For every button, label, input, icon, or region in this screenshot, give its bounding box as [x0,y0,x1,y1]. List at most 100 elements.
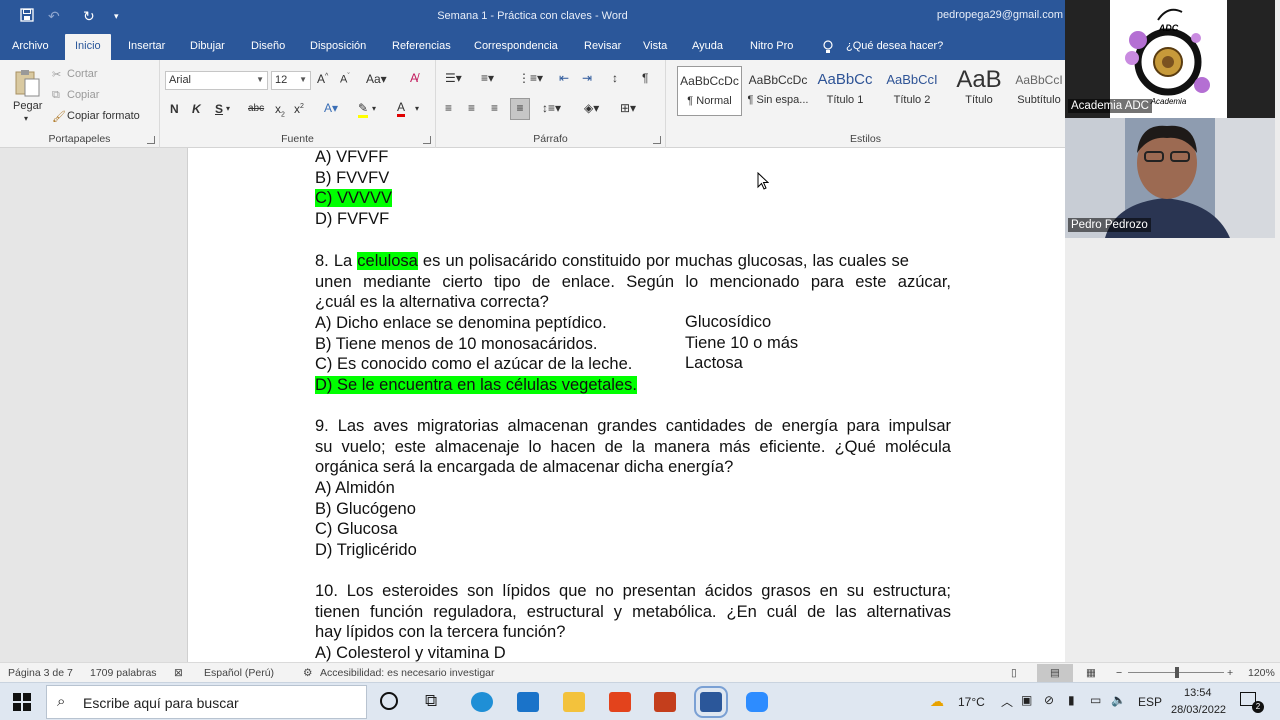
temperature[interactable]: 17°C [958,695,985,709]
zoom-out-icon[interactable]: − [1116,667,1122,679]
style-titulo-1[interactable]: AaBbCc Título 1 [812,66,878,116]
increase-indent-icon[interactable]: ⇥ [582,71,592,85]
document-area[interactable]: A) VFVFF B) FVVFV C) VVVVV D) FVFVF 8. L… [0,148,1065,662]
line-spacing-icon[interactable]: ↕≡▾ [542,101,561,115]
bold-icon[interactable]: N [170,102,179,116]
style-subtitulo[interactable]: AaBbCcI Subtítulo [1013,66,1065,116]
highlight-dropdown-icon[interactable]: ▾ [372,104,376,113]
office-icon[interactable] [609,692,631,712]
web-layout-icon[interactable]: ▦ [1086,667,1096,679]
accessibility-icon[interactable]: ⚙ [303,667,312,679]
paste-icon[interactable] [12,68,42,98]
taskbar-search-box[interactable]: ⌕ Escribe aquí para buscar [46,685,367,719]
justify-icon[interactable]: ≡ [510,98,530,120]
font-color-icon[interactable]: A [397,100,406,117]
input-language[interactable]: ESP [1138,695,1162,709]
highlight-color-icon[interactable]: ✎ [358,101,369,118]
battery-icon[interactable]: ▭ [1090,693,1101,707]
language-status[interactable]: Español (Perú) [204,667,274,679]
tab-diseno[interactable]: Diseño [251,40,285,52]
portapapeles-launcher-icon[interactable] [147,136,155,144]
microphone-icon[interactable]: ▮ [1068,693,1075,707]
camera-icon[interactable]: ▣ [1021,693,1032,707]
tab-disposicion[interactable]: Disposición [310,40,366,52]
tab-correspondencia[interactable]: Correspondencia [474,40,558,52]
underline-icon[interactable]: S [215,102,223,116]
tab-referencias[interactable]: Referencias [392,40,451,52]
video-tile-presenter[interactable]: Pedro Pedrozo [1065,118,1275,238]
paste-button[interactable]: Pegar [13,100,42,112]
text-effects-icon[interactable]: A▾ [324,101,338,115]
align-center-icon[interactable]: ≡ [468,101,475,115]
paste-dropdown-icon[interactable]: ▾ [24,114,28,123]
style-titulo[interactable]: AaB Título [946,66,1012,116]
page-count[interactable]: Página 3 de 7 [8,667,73,679]
tab-nitro-pro[interactable]: Nitro Pro [750,40,793,52]
strikethrough-icon[interactable]: abc [248,103,264,114]
clock-date[interactable]: 28/03/2022 [1171,704,1226,716]
word-count[interactable]: 1709 palabras [90,667,157,679]
tab-archivo[interactable]: Archivo [12,40,49,52]
zoom-slider-thumb[interactable] [1175,667,1179,678]
parrafo-launcher-icon[interactable] [653,136,661,144]
zoom-in-icon[interactable]: + [1227,667,1233,679]
style-normal[interactable]: AaBbCcDc ¶ Normal [677,66,742,116]
align-left-icon[interactable]: ≡ [445,101,452,115]
accessibility-status[interactable]: Accesibilidad: es necesario investigar [320,667,495,679]
copy-icon[interactable]: ⧉ [52,89,60,102]
powerpoint-icon[interactable] [654,692,676,712]
proofing-icon[interactable]: ⊠ [174,667,183,679]
fuente-launcher-icon[interactable] [423,136,431,144]
clear-formatting-icon[interactable]: A̸ [410,71,418,85]
underline-dropdown-icon[interactable]: ▾ [226,104,230,113]
video-tile-academia[interactable]: ADC Academia Academia ADC [1065,0,1275,118]
tell-me-search[interactable]: ¿Qué desea hacer? [846,40,943,52]
cut-icon[interactable]: ✂ [52,68,61,81]
windows-start-icon[interactable] [13,693,31,714]
decrease-indent-icon[interactable]: ⇤ [559,71,569,85]
subscript-icon[interactable]: x2 [275,102,285,118]
edge-icon[interactable] [471,692,493,712]
shading-icon[interactable]: ◈▾ [584,101,599,115]
format-painter-button[interactable]: Copiar formato [67,110,140,122]
chevron-up-icon[interactable]: ︿ [1001,693,1013,710]
word-icon[interactable] [694,686,728,718]
volume-icon[interactable]: 🔈 [1111,693,1126,707]
shrink-font-icon[interactable]: Aˇ [340,73,350,86]
tab-dibujar[interactable]: Dibujar [190,40,225,52]
style-sin-espaciado[interactable]: AaBbCcDc ¶ Sin espa... [745,66,811,116]
mail-icon[interactable] [517,692,539,712]
read-mode-icon[interactable]: ▯ [1011,667,1017,679]
borders-icon[interactable]: ⊞▾ [620,101,636,115]
zoom-app-icon[interactable] [746,692,768,712]
network-off-icon[interactable]: ⊘ [1044,693,1054,707]
font-name-combo[interactable]: Arial ▼ [165,71,268,90]
format-painter-icon[interactable]: 🖌 [52,110,66,123]
sort-icon[interactable]: ↕ [612,71,618,85]
print-layout-icon[interactable]: ▤ [1037,664,1073,682]
task-view-icon[interactable]: ⧉ [425,691,437,711]
weather-icon[interactable]: ☁ [930,693,944,710]
font-size-combo[interactable]: 12 ▼ [271,71,311,90]
bullets-icon[interactable]: ☰▾ [445,71,462,85]
grow-font-icon[interactable]: A^ [317,72,328,86]
cortana-icon[interactable] [380,692,398,710]
tab-ayuda[interactable]: Ayuda [692,40,723,52]
change-case-icon[interactable]: Aa▾ [366,72,387,86]
show-marks-icon[interactable]: ¶ [642,71,648,85]
tab-insertar[interactable]: Insertar [128,40,165,52]
multilevel-list-icon[interactable]: ⋮≡▾ [518,71,543,85]
zoom-level[interactable]: 120% [1248,667,1275,679]
style-titulo-2[interactable]: AaBbCcI Título 2 [879,66,945,116]
cut-button[interactable]: Cortar [67,68,98,80]
file-explorer-icon[interactable] [563,692,585,712]
clock-time[interactable]: 13:54 [1184,687,1212,699]
font-color-dropdown-icon[interactable]: ▾ [415,104,419,113]
tab-vista[interactable]: Vista [643,40,667,52]
italic-icon[interactable]: K [192,102,201,116]
tab-inicio[interactable]: Inicio [65,34,111,60]
numbering-icon[interactable]: ≡▾ [481,71,494,85]
tab-revisar[interactable]: Revisar [584,40,621,52]
superscript-icon[interactable]: x2 [294,102,304,116]
account-name[interactable]: pedropega29@gmail.com [937,9,1063,21]
